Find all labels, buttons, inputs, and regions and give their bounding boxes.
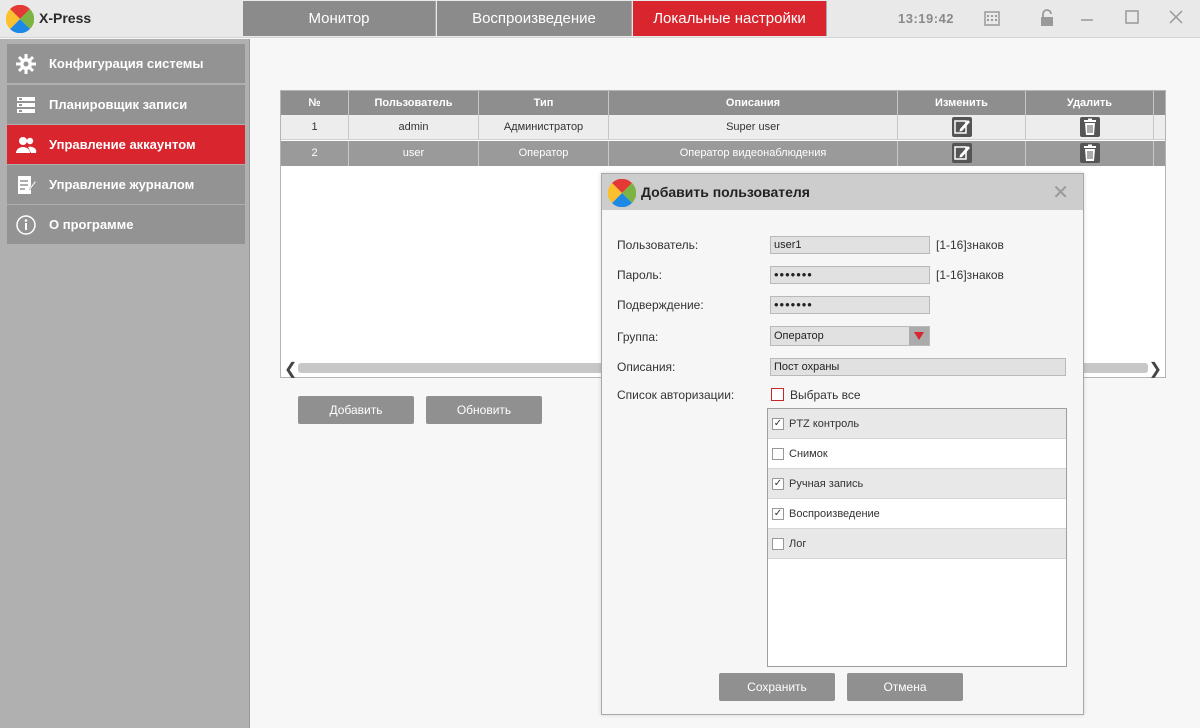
edit-cell bbox=[898, 141, 1026, 166]
save-button[interactable]: Сохранить bbox=[719, 673, 835, 701]
dropdown-arrow-icon[interactable] bbox=[909, 327, 929, 345]
select-all-checkbox[interactable] bbox=[771, 388, 784, 401]
permission-label: Снимок bbox=[789, 448, 828, 460]
select-all-label: Выбрать все bbox=[790, 388, 861, 402]
maximize-icon[interactable] bbox=[1122, 8, 1142, 28]
add-user-dialog: Добавить пользователя ✕ Пользователь: us… bbox=[601, 173, 1084, 715]
permission-label: PTZ контроль bbox=[789, 418, 860, 430]
column-header-number: № bbox=[281, 91, 349, 115]
clock: 13:19:42 bbox=[898, 11, 955, 26]
column-header-description: Описания bbox=[609, 91, 898, 115]
scroll-left-icon[interactable]: ❮ bbox=[284, 359, 297, 379]
user-hint: [1-16]знаков bbox=[936, 238, 1004, 252]
column-header-type: Тип bbox=[479, 91, 609, 115]
sidebar: Конфигурация системы Планировщик записи … bbox=[0, 39, 250, 728]
list-item[interactable]: Лог bbox=[768, 529, 1066, 559]
permission-checkbox[interactable] bbox=[772, 538, 784, 550]
trash-icon[interactable] bbox=[1079, 117, 1100, 137]
lock-icon[interactable] bbox=[1037, 8, 1057, 28]
sidebar-item-journal-management[interactable]: Управление журналом bbox=[7, 165, 245, 204]
list-item[interactable]: ✓ Воспроизведение bbox=[768, 499, 1066, 529]
table-row[interactable]: 2 user Оператор Оператор видеонаблюдения bbox=[281, 141, 1165, 166]
user-label: Пользователь: bbox=[617, 238, 699, 252]
sidebar-item-label: Конфигурация системы bbox=[49, 56, 204, 71]
cell-type: Оператор bbox=[479, 141, 609, 166]
title-bar: X-Press Монитор Воспроизведение Локальны… bbox=[0, 0, 1200, 38]
sidebar-item-system-config[interactable]: Конфигурация системы bbox=[7, 44, 245, 83]
sidebar-item-label: Управление журналом bbox=[49, 177, 195, 192]
trash-icon[interactable] bbox=[1079, 143, 1100, 163]
list-item[interactable]: ✓ PTZ контроль bbox=[768, 409, 1066, 439]
users-icon bbox=[16, 137, 37, 153]
password-label: Пароль: bbox=[617, 268, 662, 282]
authorization-list: ✓ PTZ контроль Снимок ✓ Ручная запись ✓ … bbox=[767, 408, 1067, 667]
app-logo-icon bbox=[6, 5, 34, 33]
add-button[interactable]: Добавить bbox=[298, 396, 414, 424]
sidebar-item-label: Управление аккаунтом bbox=[49, 137, 196, 152]
info-icon bbox=[16, 215, 36, 235]
edit-cell bbox=[898, 115, 1026, 139]
list-item[interactable]: ✓ Ручная запись bbox=[768, 469, 1066, 499]
tab-monitor[interactable]: Монитор bbox=[243, 1, 436, 36]
cell-number: 2 bbox=[281, 141, 349, 166]
delete-cell bbox=[1026, 141, 1154, 166]
scroll-right-icon[interactable]: ❯ bbox=[1149, 359, 1162, 379]
table-header: № Пользователь Тип Описания Изменить Уда… bbox=[281, 91, 1165, 115]
dialog-title: Добавить пользователя bbox=[641, 184, 810, 200]
auth-list-label: Список авторизации: bbox=[617, 388, 735, 402]
journal-icon bbox=[18, 176, 37, 194]
password-input[interactable]: ••••••• bbox=[770, 266, 930, 284]
minimize-icon[interactable] bbox=[1077, 8, 1097, 28]
sidebar-item-label: Планировщик записи bbox=[49, 97, 188, 112]
confirm-password-input[interactable]: ••••••• bbox=[770, 296, 930, 314]
cell-user: user bbox=[349, 141, 479, 166]
storage-icon bbox=[17, 97, 35, 113]
sidebar-item-about[interactable]: О программе bbox=[7, 205, 245, 244]
tab-local-settings[interactable]: Локальные настройки bbox=[633, 1, 827, 36]
cell-type: Администратор bbox=[479, 115, 609, 139]
description-label: Описания: bbox=[617, 360, 676, 374]
group-select-value: Оператор bbox=[774, 330, 824, 342]
tab-playback[interactable]: Воспроизведение bbox=[437, 1, 632, 36]
cell-description: Оператор видеонаблюдения bbox=[609, 141, 898, 166]
dialog-header: Добавить пользователя ✕ bbox=[602, 174, 1083, 210]
cancel-button[interactable]: Отмена bbox=[847, 673, 963, 701]
close-icon[interactable] bbox=[1166, 8, 1186, 28]
app-logo-icon bbox=[608, 179, 636, 207]
list-item[interactable]: Снимок bbox=[768, 439, 1066, 469]
permission-label: Лог bbox=[789, 538, 807, 550]
edit-icon[interactable] bbox=[951, 143, 972, 163]
permission-checkbox[interactable]: ✓ bbox=[772, 418, 784, 430]
group-select[interactable]: Оператор bbox=[770, 326, 930, 346]
app-name: X-Press bbox=[39, 10, 92, 26]
user-input[interactable]: user1 bbox=[770, 236, 930, 254]
edit-icon[interactable] bbox=[951, 117, 972, 137]
permission-label: Ручная запись bbox=[789, 478, 864, 490]
close-icon[interactable]: ✕ bbox=[1052, 180, 1069, 205]
confirm-label: Подверждение: bbox=[617, 298, 704, 312]
description-input[interactable]: Пост охраны bbox=[770, 358, 1066, 376]
column-header-user: Пользователь bbox=[349, 91, 479, 115]
gear-icon bbox=[16, 54, 36, 74]
group-label: Группа: bbox=[617, 330, 659, 344]
delete-cell bbox=[1026, 115, 1154, 139]
cell-description: Super user bbox=[609, 115, 898, 139]
column-header-edit: Изменить bbox=[898, 91, 1026, 115]
permission-checkbox[interactable] bbox=[772, 448, 784, 460]
cell-number: 1 bbox=[281, 115, 349, 139]
sidebar-item-label: О программе bbox=[49, 217, 134, 232]
cell-user: admin bbox=[349, 115, 479, 139]
sidebar-item-record-scheduler[interactable]: Планировщик записи bbox=[7, 85, 245, 124]
calendar-icon[interactable] bbox=[982, 8, 1002, 28]
permission-checkbox[interactable]: ✓ bbox=[772, 508, 784, 520]
permission-checkbox[interactable]: ✓ bbox=[772, 478, 784, 490]
password-hint: [1-16]знаков bbox=[936, 268, 1004, 282]
table-row[interactable]: 1 admin Администратор Super user bbox=[281, 115, 1165, 140]
refresh-button[interactable]: Обновить bbox=[426, 396, 542, 424]
permission-label: Воспроизведение bbox=[789, 508, 880, 520]
column-header-delete: Удалить bbox=[1026, 91, 1154, 115]
sidebar-item-account-management[interactable]: Управление аккаунтом bbox=[7, 125, 245, 164]
